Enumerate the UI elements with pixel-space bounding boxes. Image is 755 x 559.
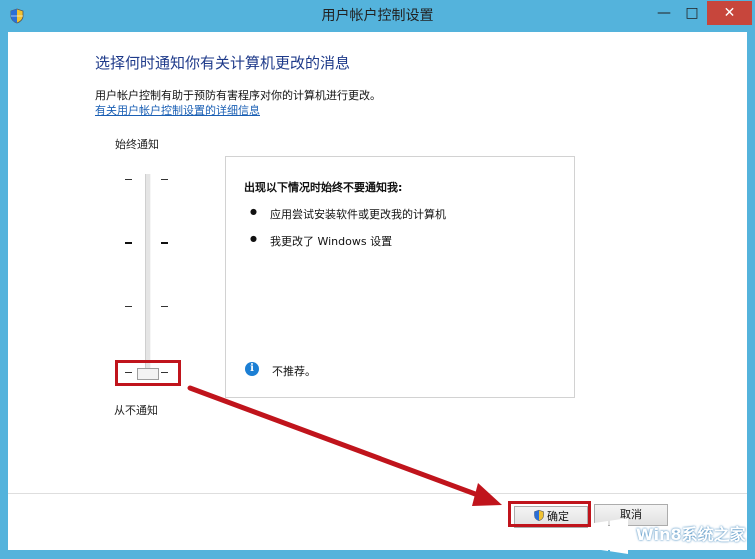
title-bar[interactable]: 用户帐户控制设置 — □ ✕: [0, 0, 755, 32]
bullet-item: 应用尝试安装软件或更改我的计算机: [270, 208, 446, 221]
slider-track[interactable]: [145, 174, 151, 372]
slider-thumb[interactable]: [137, 368, 159, 380]
bullet-icon: ●: [250, 234, 257, 243]
watermark-text: Win8系统之家: [636, 525, 746, 544]
description-panel: 出现以下情况时始终不要通知我: ● 应用尝试安装软件或更改我的计算机 ● 我更改…: [225, 156, 575, 398]
slider-tick-right: [161, 306, 168, 307]
window-title: 用户帐户控制设置: [321, 8, 434, 24]
minimize-button[interactable]: —: [650, 1, 678, 25]
slider-tick-left: [125, 306, 132, 307]
button-bar-divider: [8, 493, 747, 494]
slider-bottom-label: 从不通知: [114, 404, 158, 417]
bullet-item: 我更改了 Windows 设置: [270, 235, 393, 248]
slider-tick-right: [161, 179, 168, 180]
client-area: 选择何时通知你有关计算机更改的消息 用户帐户控制有助于预防有害程序对你的计算机进…: [8, 32, 747, 550]
ok-button[interactable]: 确定: [514, 506, 588, 528]
slider-tick-left: [125, 179, 132, 180]
close-button[interactable]: ✕: [707, 1, 752, 25]
uac-settings-window: 用户帐户控制设置 — □ ✕ 选择何时通知你有关计算机更改的消息 用户帐户控制有…: [0, 0, 755, 559]
bullet-icon: ●: [250, 207, 257, 216]
slider-tick-right: [161, 242, 168, 244]
info-text: 不推荐。: [272, 365, 316, 378]
slider-tick-right: [161, 372, 168, 373]
info-icon: i: [245, 362, 259, 376]
windows-logo-icon: [594, 518, 628, 554]
slider-tick-left: [125, 372, 132, 373]
ok-button-label: 确定: [547, 510, 569, 523]
uac-shield-icon: [534, 509, 544, 522]
maximize-button[interactable]: □: [678, 1, 706, 25]
page-heading: 选择何时通知你有关计算机更改的消息: [95, 54, 351, 72]
description-text: 用户帐户控制有助于预防有害程序对你的计算机进行更改。: [95, 89, 381, 102]
panel-title: 出现以下情况时始终不要通知我:: [244, 181, 403, 194]
slider-top-label: 始终通知: [115, 138, 159, 151]
watermark: Win8系统之家: [590, 513, 755, 559]
uac-info-link[interactable]: 有关用户帐户控制设置的详细信息: [95, 102, 260, 118]
slider-tick-left: [125, 242, 132, 244]
